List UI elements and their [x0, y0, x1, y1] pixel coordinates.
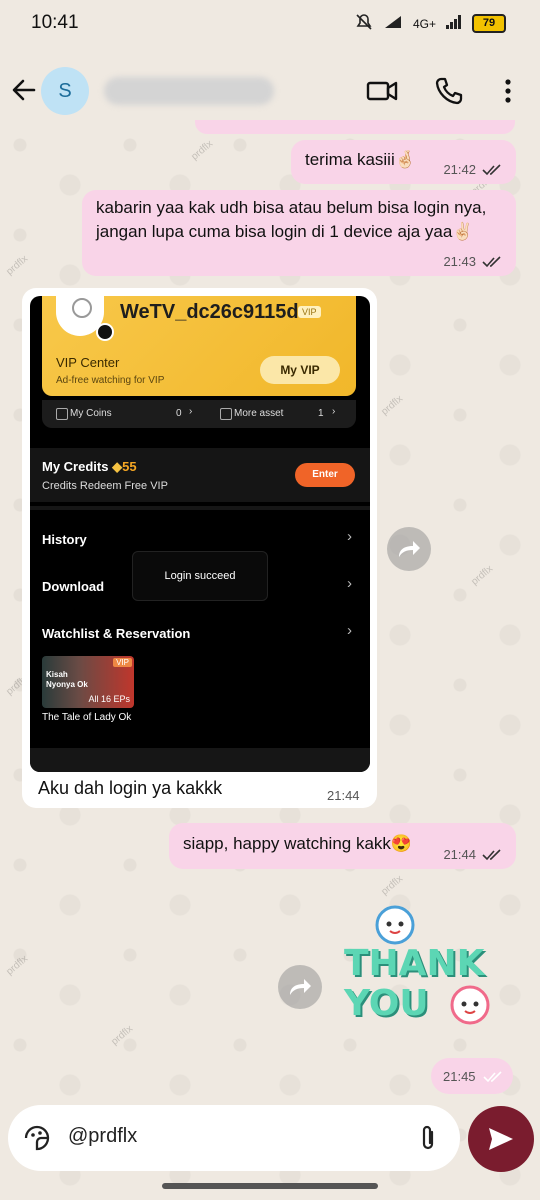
- video-thumbnail: Kisah Nyonya Ok VIP All 16 EPs: [42, 656, 134, 708]
- vip-center-subtitle: Ad-free watching for VIP: [56, 375, 165, 386]
- vip-badge: VIP: [298, 306, 321, 318]
- menu-item-download: Download: [42, 579, 105, 594]
- message-meta: 21:42: [443, 162, 502, 177]
- message-time: 21:44: [443, 847, 476, 862]
- message-time: 21:45: [443, 1069, 476, 1084]
- avatar[interactable]: S: [41, 67, 89, 115]
- wetv-screenshot-image[interactable]: WeTV_dc26c9115d VIP VIP Center Ad-free w…: [30, 296, 370, 772]
- chevron-right-icon: ›: [189, 406, 193, 417]
- read-ticks-icon: [482, 255, 501, 267]
- sticker-text: THANK YOU: [344, 943, 485, 1024]
- thumbnail-title: Kisah Nyonya Ok: [46, 670, 88, 690]
- message-text: terima kasiii🤞🏻: [305, 150, 416, 169]
- chevron-right-icon: ›: [347, 575, 352, 592]
- chevron-right-icon: ›: [347, 622, 352, 639]
- credits-label: My Credits: [42, 459, 109, 474]
- message-time: 21:42: [443, 162, 476, 177]
- asset-label: More asset: [234, 408, 284, 419]
- status-time: 10:41: [31, 12, 79, 33]
- send-icon: [489, 1128, 513, 1150]
- status-bar: 10:41 4G+ 79: [0, 0, 540, 48]
- vip-center-title: VIP Center: [56, 355, 120, 370]
- mute-icon: [355, 13, 373, 34]
- attach-icon[interactable]: [416, 1123, 440, 1153]
- forward-button[interactable]: [387, 527, 431, 571]
- read-ticks-icon: [482, 163, 501, 175]
- forward-button[interactable]: [278, 965, 322, 1009]
- message-input[interactable]: @prdflx: [68, 1125, 137, 1148]
- thumbnail-vip-badge: VIP: [113, 658, 132, 667]
- sent-ticks-icon: [483, 1071, 502, 1083]
- message-time: 21:43: [443, 254, 476, 269]
- message-input-bar[interactable]: @prdflx: [8, 1105, 460, 1171]
- credits-value: 55: [122, 459, 137, 474]
- back-arrow-icon[interactable]: [10, 76, 38, 104]
- send-button[interactable]: [468, 1106, 534, 1172]
- message-time: 21:44: [327, 788, 360, 803]
- image-caption: Aku dah login ya kakkk: [38, 778, 223, 798]
- enter-button: Enter: [295, 463, 355, 487]
- coins-icon: [56, 408, 68, 420]
- login-toast: Login succeed: [132, 551, 268, 601]
- wetv-username: WeTV_dc26c9115d: [120, 301, 299, 323]
- message-bubble-partial: [195, 120, 515, 134]
- divider: [30, 506, 370, 510]
- wifi-signal-icon: [383, 14, 403, 33]
- thumbnail-title-line1: Kisah: [46, 670, 68, 679]
- thumbnail-episodes: All 16 EPs: [88, 694, 130, 704]
- cell-signal-icon: [446, 15, 462, 32]
- chevron-right-icon: ›: [347, 528, 352, 545]
- message-text: siapp, happy watching kakk😍: [183, 834, 413, 853]
- sticker-icon[interactable]: [22, 1123, 52, 1153]
- coins-row: My Coins 0 › More asset 1 ›: [42, 400, 356, 428]
- phone-call-icon[interactable]: [434, 76, 466, 106]
- sticker-time-bubble: 21:45: [431, 1058, 513, 1094]
- read-ticks-icon: [482, 848, 501, 860]
- message-meta: 21:44: [443, 847, 502, 862]
- phone-badge-icon: [96, 323, 114, 341]
- credits-section: My Credits ◆55 Credits Redeem Free VIP E…: [30, 448, 370, 502]
- coins-label: My Coins: [70, 408, 112, 419]
- network-type: 4G+: [412, 16, 436, 31]
- asset-value: 1: [318, 408, 324, 419]
- message-meta: 21:43: [443, 254, 502, 269]
- credits-subtitle: Credits Redeem Free VIP: [42, 480, 168, 492]
- thumbnail-title-line2: Nyonya Ok: [46, 680, 88, 689]
- menu-item-watchlist: Watchlist & Reservation: [42, 626, 191, 641]
- chevron-right-icon: ›: [332, 406, 336, 417]
- credits-title: My Credits ◆55: [42, 459, 137, 475]
- menu-item-history: History: [42, 532, 87, 547]
- diamond-icon: ◆: [112, 459, 123, 474]
- my-vip-button: My VIP: [260, 356, 340, 384]
- message-bubble[interactable]: kabarin yaa kak udh bisa atau belum bisa…: [82, 190, 516, 276]
- contact-name-blurred[interactable]: [104, 77, 274, 105]
- forward-icon: [399, 541, 420, 557]
- thumbnail-caption: The Tale of Lady Ok: [42, 712, 132, 723]
- thank-you-sticker[interactable]: THANK YOU: [340, 900, 505, 1035]
- bottom-bar: [30, 748, 370, 772]
- status-icons: 4G+ 79: [355, 13, 506, 34]
- message-bubble[interactable]: terima kasiii🤞🏻 21:42: [291, 140, 516, 184]
- coins-value: 0: [176, 408, 182, 419]
- forward-icon: [290, 979, 311, 995]
- home-indicator[interactable]: [162, 1183, 378, 1189]
- message-text: kabarin yaa kak udh bisa atau belum bisa…: [96, 198, 487, 241]
- message-bubble[interactable]: siapp, happy watching kakk😍 21:44: [169, 823, 516, 869]
- battery-icon: 79: [472, 14, 506, 33]
- more-menu-icon[interactable]: [496, 76, 520, 106]
- video-call-icon[interactable]: [366, 76, 398, 106]
- asset-icon: [220, 408, 232, 420]
